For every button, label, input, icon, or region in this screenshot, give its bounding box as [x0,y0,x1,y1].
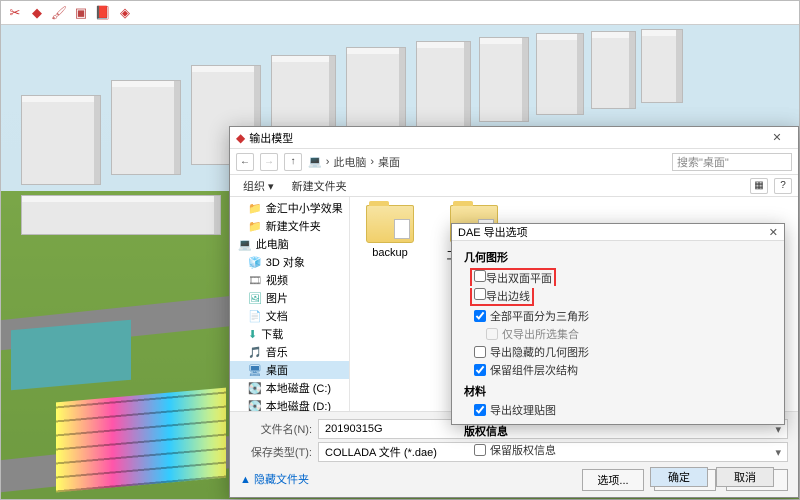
folder-tree[interactable]: 📁金汇中小学效果📁新建文件夹💻此电脑🧊3D 对象🎞视频🖼图片📄文档⬇下载🎵音乐🖥… [230,197,350,411]
export-dialog-toolbar: 组织 ▾ 新建文件夹 ▦ ? [230,175,798,197]
tree-item-label: 3D 对象 [266,254,305,270]
nav-back-button[interactable]: ← [236,153,254,171]
folder-icon: 🖥 [248,364,262,377]
tree-item-label: 音乐 [266,344,288,360]
filename-label: 文件名(N): [240,421,312,437]
folder-icon: 💻 [238,238,252,251]
tree-item-label: 视频 [266,272,288,288]
tree-item[interactable]: 💻 此电脑 [230,235,349,253]
folder-icon: 🧊 [248,256,262,269]
book-icon[interactable]: 📕 [95,5,111,21]
app-icon: ◆ [236,131,245,145]
tree-item-label: 图片 [266,290,288,306]
tree-item[interactable]: 📁 金汇中小学效果 [230,199,349,217]
folder-icon: 📄 [248,310,262,323]
new-folder-button[interactable]: 新建文件夹 [285,176,354,196]
tree-item[interactable]: 🧊 3D 对象 [230,253,349,271]
filetype-label: 保存类型(T): [240,444,312,460]
cancel-button[interactable]: 取消 [716,467,774,487]
option-checkbox[interactable]: 导出双面平面 [464,267,772,287]
main-toolbar: ✂ ◆ 🖌 ▣ 📕 ◈ [1,1,799,25]
tree-item-label: 本地磁盘 (C:) [266,380,331,396]
option-checkbox[interactable]: 保留组件层次结构 [464,361,772,379]
close-icon[interactable]: ✕ [769,226,778,239]
tree-item-label: 新建文件夹 [266,218,321,234]
tree-item-label: 此电脑 [256,236,289,252]
organize-button[interactable]: 组织 ▾ [236,176,281,196]
option-checkbox[interactable]: 导出隐藏的几何图形 [464,343,772,361]
tree-item-label: 金汇中小学效果 [266,200,343,216]
cubes-icon[interactable]: ▣ [73,5,89,21]
folder-icon: 📁 [248,202,262,215]
option-group-label: 版权信息 [464,423,772,439]
folder-icon: 📁 [248,220,262,233]
folder-icon: 🖼 [248,292,262,305]
folder-icon: 🎞 [248,274,262,287]
tree-item[interactable]: 🎞 视频 [230,271,349,289]
option-group-label: 材料 [464,383,772,399]
option-checkbox[interactable]: 全部平面分为三角形 [464,307,772,325]
tree-item-label: 下载 [261,326,283,342]
folder-icon: 💽 [248,400,262,412]
dae-options-dialog: DAE 导出选项 ✕ 几何图形导出双面平面导出边线全部平面分为三角形仅导出所选集… [451,223,785,425]
view-mode-button[interactable]: ▦ [750,178,768,194]
pc-icon: 💻 [308,155,322,168]
tree-item[interactable]: 💽 本地磁盘 (C:) [230,379,349,397]
help-button[interactable]: ? [774,178,792,194]
tree-item[interactable]: 🎵 音乐 [230,343,349,361]
close-icon[interactable]: ✕ [762,131,792,144]
hide-folders-link[interactable]: ▲ 隐藏文件夹 [240,469,309,489]
tree-item-label: 本地磁盘 (D:) [266,398,331,411]
option-checkbox[interactable]: 导出边线 [464,287,772,307]
tree-item[interactable]: 📄 文档 [230,307,349,325]
folder-icon [366,205,414,243]
tree-item[interactable]: 📁 新建文件夹 [230,217,349,235]
tree-item[interactable]: ⬇ 下载 [230,325,349,343]
export-dialog-title: 输出模型 [249,130,293,146]
gem-icon[interactable]: ◈ [117,5,133,21]
tree-item[interactable]: 🖼 图片 [230,289,349,307]
tree-item-label: 文档 [266,308,288,324]
folder-icon: 💽 [248,382,262,395]
options-title: DAE 导出选项 [458,224,528,240]
scissors-icon[interactable]: ✂ [7,5,23,21]
folder-icon: ⬇ [248,328,257,341]
search-input[interactable]: 搜索"桌面" [672,153,792,171]
ok-button[interactable]: 确定 [650,467,708,487]
breadcrumb[interactable]: 💻 ›此电脑 ›桌面 [308,154,666,170]
option-checkbox[interactable]: 保留版权信息 [464,441,772,459]
nav-forward-button[interactable]: → [260,153,278,171]
option-checkbox[interactable]: 导出纹理贴图 [464,401,772,419]
tree-item[interactable]: 🖥 桌面 [230,361,349,379]
paint-icon[interactable]: 🖌 [51,5,67,21]
file-item[interactable]: backup [358,205,422,259]
export-dialog-nav: ← → ↑ 💻 ›此电脑 ›桌面 搜索"桌面" [230,149,798,175]
option-checkbox[interactable]: 仅导出所选集合 [464,325,772,343]
file-label: backup [372,247,407,259]
options-titlebar[interactable]: DAE 导出选项 ✕ [452,224,784,241]
export-dialog-titlebar[interactable]: ◆ 输出模型 ✕ [230,127,798,149]
folder-icon: 🎵 [248,346,262,359]
tree-item[interactable]: 💽 本地磁盘 (D:) [230,397,349,411]
ruby-icon[interactable]: ◆ [29,5,45,21]
tree-item-label: 桌面 [266,362,288,378]
nav-up-button[interactable]: ↑ [284,153,302,171]
option-group-label: 几何图形 [464,249,772,265]
